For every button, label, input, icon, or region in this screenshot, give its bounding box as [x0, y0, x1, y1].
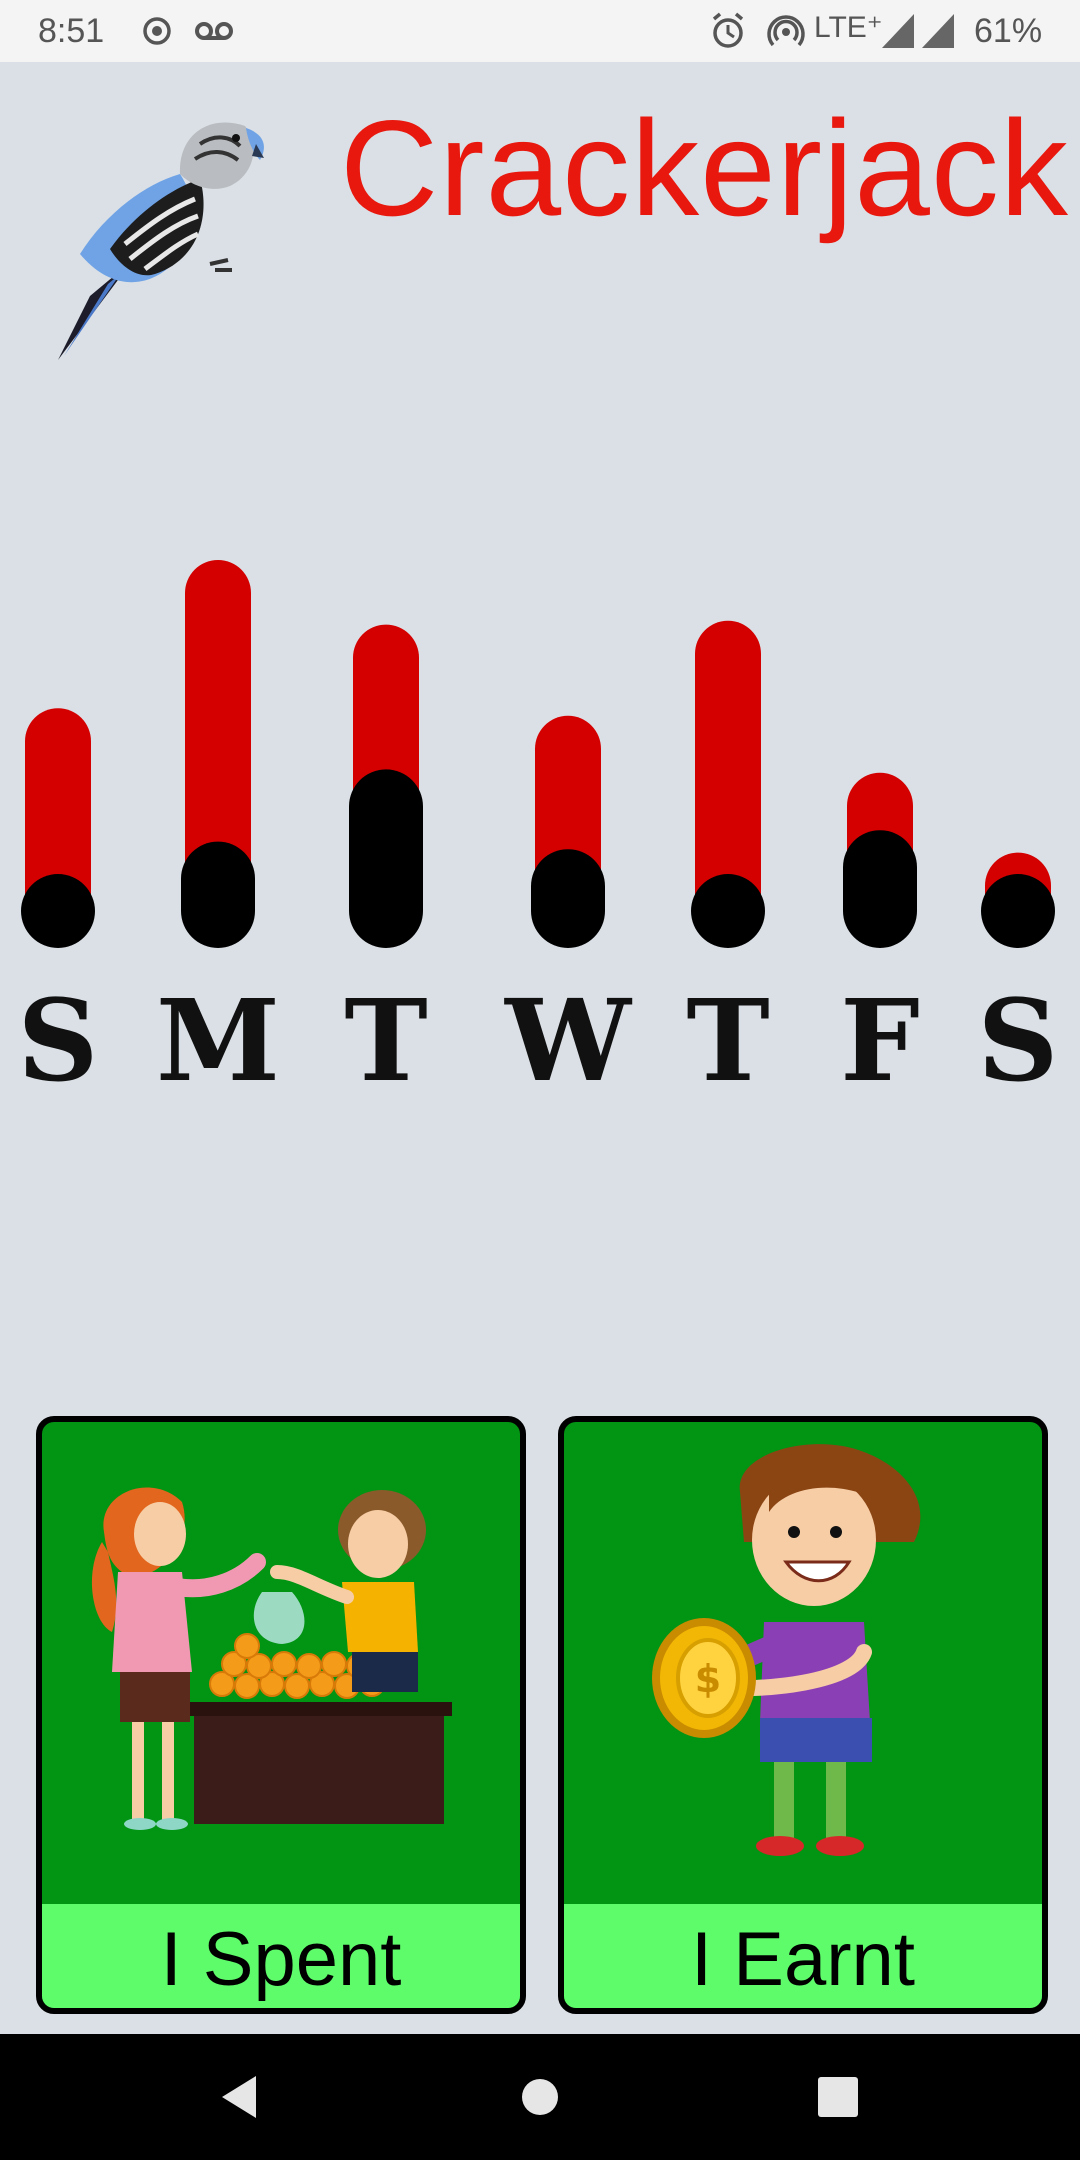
chart-bar-segment: [531, 849, 605, 948]
market-stall-illustration: [91, 1487, 452, 1830]
i-spent-card[interactable]: I Spent: [36, 1416, 526, 2014]
weekly-chart: SMTWTFS: [18, 560, 1059, 1100]
app-title: Crackerjack: [340, 92, 1069, 244]
chart-day-label: W: [504, 976, 633, 1100]
status-time: 8:51: [38, 12, 105, 50]
chart-bar-segment: [843, 830, 917, 948]
alarm-icon: [712, 12, 744, 48]
chart-bar-segment: [349, 769, 423, 948]
record-icon: [143, 17, 171, 45]
chart-day-label: F: [840, 976, 920, 1100]
signal-icon: [922, 14, 954, 48]
signal-icon: [882, 14, 914, 48]
chart-day-label: T: [344, 976, 427, 1100]
navigation-bar: [0, 2034, 1080, 2160]
status-bar: 8:51 LTE⁺ 61%: [0, 0, 1080, 62]
chart-bar-segment: [21, 874, 95, 948]
i-earnt-card[interactable]: $ I Earnt: [558, 1416, 1048, 2014]
chart-day-label: S: [18, 976, 99, 1100]
svg-text:$: $: [695, 1657, 721, 1701]
i-spent-label: I Spent: [42, 1904, 520, 2008]
network-type: LTE⁺: [814, 11, 883, 44]
hotspot-icon: [767, 15, 805, 47]
chart-day-label: T: [686, 976, 769, 1100]
budgie-bird-icon: [58, 122, 264, 360]
chart-bar-segment: [691, 874, 765, 948]
chart-day-label: M: [156, 976, 280, 1100]
i-earnt-label: I Earnt: [564, 1904, 1042, 2008]
chart-bar-segment: [981, 874, 1055, 948]
voicemail-icon: [195, 22, 233, 40]
recents-icon[interactable]: [806, 2064, 870, 2130]
chart-bar-segment: [181, 841, 255, 948]
battery-level: 61%: [974, 12, 1043, 50]
chart-day-label: S: [978, 976, 1059, 1100]
home-icon[interactable]: [508, 2064, 572, 2130]
boy-holding-coin-illustration: $: [652, 1444, 921, 1856]
back-icon[interactable]: [210, 2064, 270, 2130]
